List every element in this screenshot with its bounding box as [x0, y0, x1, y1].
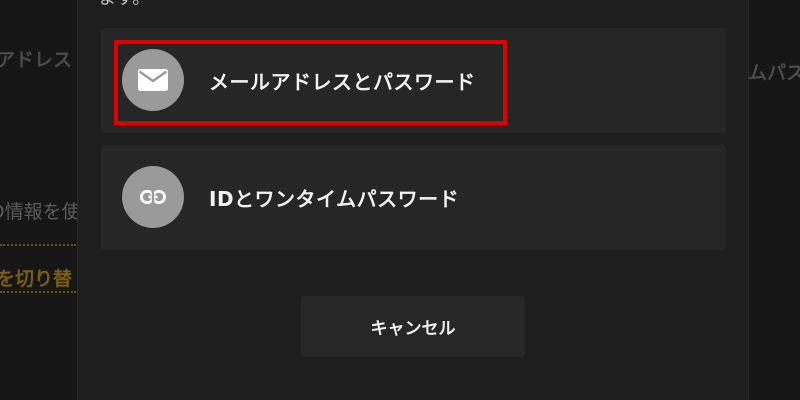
id-otp-option[interactable]: IDとワンタイムパスワード [101, 145, 726, 250]
mail-icon [122, 49, 184, 111]
background-info-text: D情報を使 [0, 201, 81, 223]
cancel-button[interactable]: キャンセル [301, 296, 525, 357]
screen: アドレス ムパス D情報を使 を切り替 ます。 メールアドレスとパスワード [0, 0, 800, 400]
email-password-option[interactable]: メールアドレスとパスワード [101, 28, 726, 133]
email-password-option-label: メールアドレスとパスワード [209, 70, 476, 94]
dialog-description: ます。 [98, 0, 150, 8]
background-heading-right: ムパス [748, 62, 800, 84]
background-heading-left: アドレス [0, 49, 73, 71]
link-icon [122, 166, 184, 228]
background-divider [0, 244, 76, 246]
login-method-dialog: ます。 メールアドレスとパスワード IDとワンタイムパスワード [78, 0, 748, 400]
id-otp-option-label: IDとワンタイムパスワード [209, 187, 460, 211]
background-switch-link: を切り替 [0, 268, 73, 290]
background-divider [0, 291, 76, 293]
